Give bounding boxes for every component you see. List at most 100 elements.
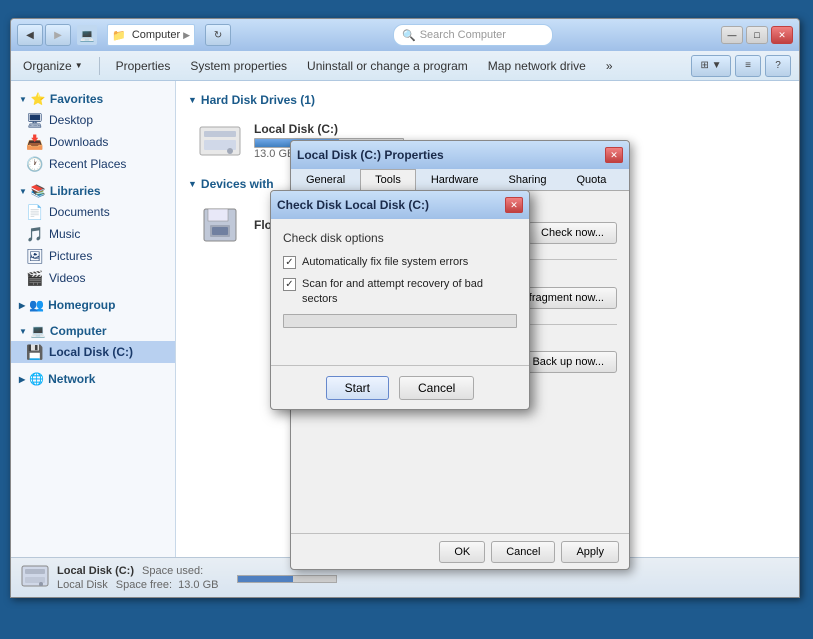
- videos-icon: 🎬: [27, 270, 43, 286]
- pictures-icon: 🖼: [27, 248, 43, 264]
- hard-disk-section-label: Hard Disk Drives (1): [201, 93, 315, 107]
- option-scan-sectors-label: Scan for and attempt recovery of bad sec…: [302, 277, 517, 306]
- maximize-button[interactable]: □: [746, 26, 768, 44]
- tab-hardware[interactable]: Hardware: [416, 169, 494, 190]
- sidebar-local-disk-label: Local Disk (C:): [49, 345, 133, 359]
- sidebar-item-documents[interactable]: 📄 Documents: [11, 201, 175, 223]
- check-disk-title: Check Disk Local Disk (C:): [277, 198, 429, 212]
- sidebar-item-downloads[interactable]: 📥 Downloads: [11, 131, 175, 153]
- status-space-free: Space free: 13.0 GB: [116, 579, 219, 591]
- libraries-header[interactable]: ▼ 📚 Libraries: [11, 181, 175, 201]
- computer-section: ▼ 💻 Computer 💾 Local Disk (C:): [11, 321, 175, 363]
- uninstall-button[interactable]: Uninstall or change a program: [303, 57, 472, 75]
- check-disk-close-button[interactable]: ✕: [505, 197, 523, 213]
- music-icon: 🎵: [27, 226, 43, 242]
- backup-now-button[interactable]: Back up now...: [519, 351, 617, 373]
- sidebar-item-desktop[interactable]: 🖥 Desktop: [11, 109, 175, 131]
- minimize-button[interactable]: —: [721, 26, 743, 44]
- cancel-button[interactable]: Cancel: [491, 541, 555, 563]
- devices-arrow: ▼: [188, 179, 197, 189]
- sidebar-item-videos[interactable]: 🎬 Videos: [11, 267, 175, 289]
- view-options-button[interactable]: ⊞ ▼: [691, 55, 731, 77]
- status-info: Local Disk (C:) Space used: Local Disk S…: [57, 565, 219, 591]
- check-disk-title-bar: Check Disk Local Disk (C:) ✕: [271, 191, 529, 219]
- libraries-label: Libraries: [50, 184, 101, 198]
- sidebar-item-pictures[interactable]: 🖼 Pictures: [11, 245, 175, 267]
- sidebar-videos-label: Videos: [49, 271, 85, 285]
- status-drive-name: Local Disk (C:): [57, 565, 134, 577]
- properties-title: Local Disk (C:) Properties: [297, 148, 444, 162]
- title-bar: ◀ ▶ 💻 📁 Computer ▶ ↻ 🔍 Search Computer —…: [11, 19, 799, 51]
- sidebar-item-recent[interactable]: 🕐 Recent Places: [11, 153, 175, 175]
- properties-tabs: General Tools Hardware Sharing Quota: [291, 169, 629, 191]
- more-button[interactable]: »: [602, 57, 617, 75]
- drive-c-icon: [196, 121, 244, 161]
- network-icon: 🌐: [29, 372, 44, 386]
- check-option-2: ✓ Scan for and attempt recovery of bad s…: [283, 277, 517, 306]
- toolbar-right: ⊞ ▼ ≡ ?: [691, 55, 791, 77]
- address-value: Computer: [132, 29, 180, 41]
- organize-menu[interactable]: Organize ▼: [19, 57, 87, 75]
- apply-button[interactable]: Apply: [561, 541, 619, 563]
- network-label: Network: [48, 372, 95, 386]
- favorites-header[interactable]: ▼ ⭐ Favorites: [11, 89, 175, 109]
- map-network-button[interactable]: Map network drive: [484, 57, 590, 75]
- tab-sharing[interactable]: Sharing: [494, 169, 562, 190]
- address-arrow: ▶: [183, 30, 190, 41]
- homegroup-icon: 👥: [29, 298, 44, 312]
- title-controls: — □ ✕: [721, 26, 793, 44]
- help-button[interactable]: ?: [765, 55, 791, 77]
- check-cancel-button[interactable]: Cancel: [399, 376, 474, 400]
- status-space-used: Space used:: [142, 565, 203, 577]
- check-option-1: ✓ Automatically fix file system errors: [283, 255, 517, 269]
- favorites-label: Favorites: [50, 92, 103, 106]
- tab-tools[interactable]: Tools: [360, 169, 416, 191]
- address-bar[interactable]: 📁 Computer ▶: [107, 24, 195, 46]
- check-progress-bar: [283, 314, 517, 328]
- toolbar: Organize ▼ Properties System properties …: [11, 51, 799, 81]
- forward-button[interactable]: ▶: [45, 24, 71, 46]
- libraries-section: ▼ 📚 Libraries 📄 Documents 🎵 Music 🖼 Pict…: [11, 181, 175, 289]
- status-usage-bar: [237, 575, 337, 583]
- drive-c-name: Local Disk (C:): [254, 122, 779, 136]
- refresh-btn[interactable]: ↻: [205, 24, 231, 46]
- tab-quota[interactable]: Quota: [561, 169, 621, 190]
- computer-header[interactable]: ▼ 💻 Computer: [11, 321, 175, 341]
- check-now-button[interactable]: Check now...: [528, 222, 617, 244]
- sidebar-pictures-label: Pictures: [49, 249, 92, 263]
- search-bar[interactable]: 🔍 Search Computer: [393, 24, 553, 46]
- downloads-icon: 📥: [27, 134, 43, 150]
- check-start-button[interactable]: Start: [326, 376, 389, 400]
- devices-section-label: Devices with: [201, 177, 274, 191]
- favorites-section: ▼ ⭐ Favorites 🖥 Desktop 📥 Downloads 🕐 Re…: [11, 89, 175, 175]
- checkbox-fix-errors[interactable]: ✓: [283, 256, 296, 269]
- properties-button[interactable]: Properties: [112, 57, 175, 75]
- checkbox-scan-sectors[interactable]: ✓: [283, 278, 296, 291]
- close-button[interactable]: ✕: [771, 26, 793, 44]
- toolbar-separator-1: [99, 57, 100, 75]
- check-disk-content: Check disk options ✓ Automatically fix f…: [271, 219, 529, 365]
- system-properties-button[interactable]: System properties: [186, 57, 291, 75]
- tab-general[interactable]: General: [291, 169, 360, 190]
- homegroup-header[interactable]: ▶ 👥 Homegroup: [11, 295, 175, 315]
- computer-icon: 💻: [77, 25, 97, 45]
- ok-button[interactable]: OK: [439, 541, 485, 563]
- back-button[interactable]: ◀: [17, 24, 43, 46]
- organize-arrow: ▼: [75, 61, 83, 70]
- computer-icon2: 💻: [31, 324, 46, 338]
- homegroup-arrow: ▶: [19, 301, 25, 310]
- floppy-icon: [196, 205, 244, 245]
- network-header[interactable]: ▶ 🌐 Network: [11, 369, 175, 389]
- check-disk-dialog: Check Disk Local Disk (C:) ✕ Check disk …: [270, 190, 530, 410]
- details-button[interactable]: ≡: [735, 55, 761, 77]
- sidebar-item-music[interactable]: 🎵 Music: [11, 223, 175, 245]
- properties-close-button[interactable]: ✕: [605, 147, 623, 163]
- nav-buttons: ◀ ▶: [17, 24, 71, 46]
- sidebar-item-local-disk[interactable]: 💾 Local Disk (C:): [11, 341, 175, 363]
- computer-label: Computer: [50, 324, 107, 338]
- search-icon: 🔍: [402, 29, 416, 42]
- properties-footer: OK Cancel Apply: [291, 533, 629, 569]
- status-drive-type: Local Disk: [57, 579, 108, 591]
- favorites-arrow: ▼: [19, 95, 27, 104]
- refresh-icon[interactable]: ↻: [205, 24, 231, 46]
